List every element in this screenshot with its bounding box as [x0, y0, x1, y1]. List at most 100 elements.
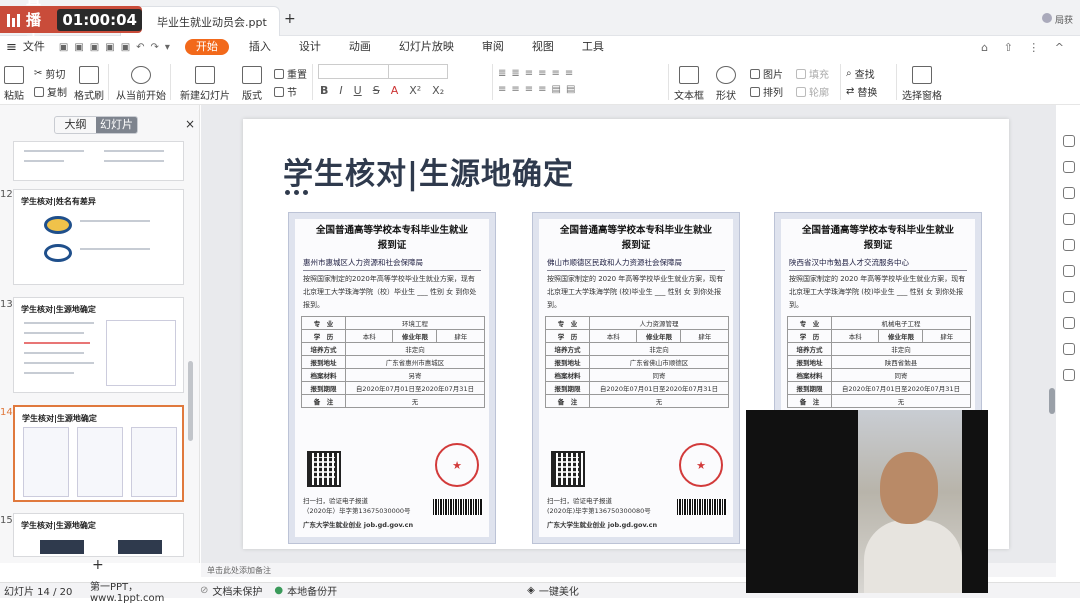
cut-label: 剪切: [45, 70, 66, 81]
thumb-title: 学生核对|生源地确定: [22, 414, 97, 423]
beautify-button[interactable]: 一键美化: [539, 583, 579, 598]
tool-icon[interactable]: [1063, 213, 1075, 225]
live-signal-icon: [7, 13, 20, 27]
backup-status[interactable]: 本地备份开: [287, 583, 527, 598]
tool-icon[interactable]: [1063, 265, 1075, 277]
tab-slideshow[interactable]: 幻灯片放映: [385, 36, 468, 58]
find-button[interactable]: ⌕ 查找: [846, 66, 875, 81]
subscript-button[interactable]: X₂: [432, 84, 444, 97]
shape-button[interactable]: 形状: [716, 66, 736, 102]
superscript-button[interactable]: X²: [409, 84, 421, 97]
slide-thumbnail[interactable]: 学生核对|姓名有差异: [13, 189, 184, 285]
bold-button[interactable]: B: [320, 84, 328, 97]
outline-icon: [796, 86, 806, 97]
tool-icon[interactable]: [1063, 161, 1075, 173]
tool-icon[interactable]: [1063, 369, 1075, 381]
slide-number: 12: [0, 189, 13, 200]
textbox-button[interactable]: 文本框: [674, 66, 704, 102]
cert-foot-2: (2020年)毕字第136750300080号: [547, 507, 651, 515]
sidebar-scrollbar[interactable]: [188, 361, 193, 441]
fill-button[interactable]: 填充: [796, 66, 829, 81]
paste-button[interactable]: 粘贴: [4, 66, 24, 102]
selection-pane-button[interactable]: 选择窗格: [902, 66, 942, 102]
barcode-icon: [433, 499, 483, 515]
tab-insert[interactable]: 插入: [235, 36, 285, 58]
add-slide-button[interactable]: +: [92, 557, 104, 573]
cert-cell: 培养方式: [787, 342, 832, 356]
cert-cell: 备 注: [545, 394, 590, 408]
canvas-scrollbar[interactable]: [1049, 388, 1055, 414]
cert-cell: 学 历: [787, 329, 832, 343]
font-format-buttons[interactable]: B I U S A X² X₂: [320, 84, 444, 97]
close-icon[interactable]: ×: [185, 117, 195, 131]
underline-button[interactable]: U: [354, 84, 362, 97]
quick-access-icons[interactable]: ▣▣▣▣▣↶↷▾: [59, 42, 179, 53]
tool-icon[interactable]: [1063, 239, 1075, 251]
tab-outline[interactable]: 大纲: [55, 117, 96, 133]
paste-label: 粘贴: [4, 91, 24, 102]
slide-thumbnail[interactable]: 学生核对|生源地确定: [13, 297, 184, 393]
tool-icon[interactable]: [1063, 343, 1075, 355]
from-current-button[interactable]: 从当前开始: [116, 66, 166, 102]
cert-cell: 专 业: [301, 316, 346, 330]
cert-body: 按照国家制定的2020年高等学校毕业生就业方案，现有北京理工大学珠海学院（校）毕…: [303, 275, 477, 309]
new-tab-button[interactable]: +: [284, 11, 296, 27]
cert-cell: 自2020年07月01日至2020年07月31日: [831, 381, 971, 395]
font-color-button[interactable]: A: [391, 84, 399, 97]
slide-thumbnail[interactable]: 学生核对|生源地确定: [13, 513, 184, 557]
tool-icon[interactable]: [1063, 187, 1075, 199]
textbox-icon: [679, 66, 699, 84]
view-toggle[interactable]: 大纲 幻灯片: [54, 116, 138, 134]
play-icon: [131, 66, 151, 84]
layout-label: 版式: [242, 91, 262, 102]
replace-button[interactable]: ⇄ 替换: [846, 84, 877, 99]
font-size-select[interactable]: [388, 64, 448, 79]
layout-button[interactable]: 版式: [242, 66, 262, 102]
tab-animation[interactable]: 动画: [335, 36, 385, 58]
ribbon-divider: [170, 64, 171, 100]
picture-label: 图片: [763, 70, 783, 81]
avatar[interactable]: [1042, 13, 1052, 23]
thumb-title: 学生核对|姓名有差异: [21, 197, 96, 206]
menu-file[interactable]: 文件: [17, 36, 59, 58]
doc-protect-status[interactable]: 文档未保护: [212, 583, 274, 598]
tab-home[interactable]: 开始: [184, 39, 229, 55]
hamburger-menu-icon[interactable]: ≡: [6, 40, 17, 55]
scissors-icon: ✂: [34, 68, 43, 79]
outline-label: 轮廓: [809, 88, 829, 99]
window-controls-icons[interactable]: ⌂ ⇧ ⋮ ^: [981, 41, 1070, 54]
tab-tools[interactable]: 工具: [568, 36, 618, 58]
thumb-diagram: [44, 244, 72, 262]
tool-icon[interactable]: [1063, 135, 1075, 147]
italic-button[interactable]: I: [339, 84, 342, 97]
format-painter-button[interactable]: 格式刷: [74, 66, 104, 102]
cert-cell: 自2020年07月01日至2020年07月31日: [345, 381, 485, 395]
paragraph-format-icons[interactable]: ≣≣≡≡≡≡ ≡≡≡≡▤▤: [498, 66, 658, 98]
document-tab[interactable]: 毕业生就业动员会.ppt: [120, 6, 280, 36]
picture-icon: [750, 68, 760, 79]
thumb-text-line: [24, 332, 84, 334]
cut-button[interactable]: ✂ 剪切: [34, 66, 65, 81]
arrange-button[interactable]: 排列: [750, 84, 783, 99]
new-slide-button[interactable]: 新建幻灯片: [180, 66, 230, 102]
tool-icon[interactable]: [1063, 317, 1075, 329]
picture-button[interactable]: 图片: [750, 66, 783, 81]
slide-number: 13: [0, 299, 13, 310]
thumb-image: [118, 540, 162, 554]
outline-button[interactable]: 轮廓: [796, 84, 829, 99]
tab-design[interactable]: 设计: [285, 36, 335, 58]
paste-icon: [4, 66, 24, 84]
slide-thumbnail-selected[interactable]: 学生核对|生源地确定: [13, 405, 184, 502]
ribbon-toolbar: 粘贴 ✂ 剪切 复制 格式刷 从当前开始 新建幻灯片 版式 重置 节 B I U …: [0, 58, 1080, 105]
cert-cell: 人力资源管理: [589, 316, 729, 330]
tab-review[interactable]: 审阅: [468, 36, 518, 58]
strike-button[interactable]: S: [373, 84, 380, 97]
reset-button[interactable]: 重置: [274, 66, 307, 81]
tool-icon[interactable]: [1063, 291, 1075, 303]
tab-slides[interactable]: 幻灯片: [96, 117, 137, 133]
cert-cell: 培养方式: [545, 342, 590, 356]
slide-thumbnail-partial[interactable]: [13, 141, 184, 181]
tab-view[interactable]: 视图: [518, 36, 568, 58]
copy-button[interactable]: 复制: [34, 84, 67, 99]
section-button[interactable]: 节: [274, 84, 297, 99]
